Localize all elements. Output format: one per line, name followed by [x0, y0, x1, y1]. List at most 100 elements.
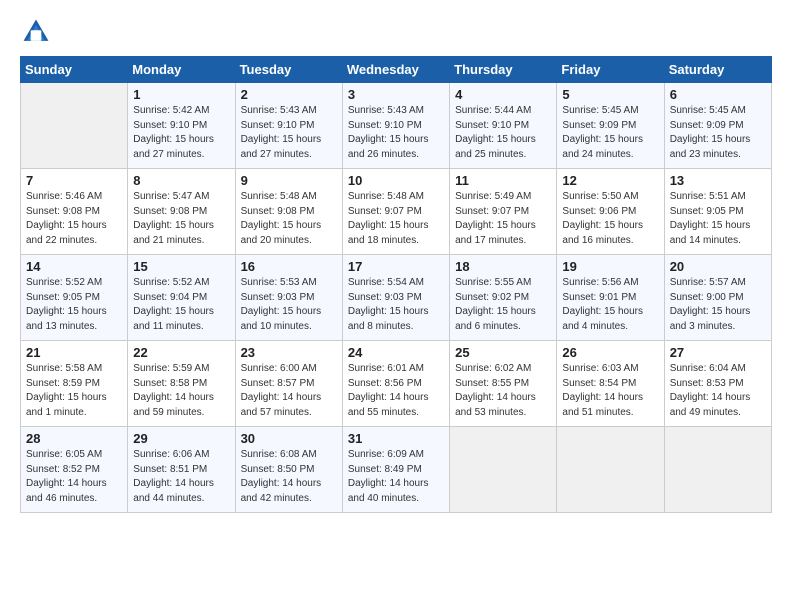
day-number: 7: [26, 173, 122, 188]
day-number: 12: [562, 173, 658, 188]
calendar-cell: 7 Sunrise: 5:46 AMSunset: 9:08 PMDaylight…: [21, 169, 128, 255]
day-number: 24: [348, 345, 444, 360]
day-number: 26: [562, 345, 658, 360]
logo-icon: [20, 16, 52, 48]
day-detail: Sunrise: 5:49 AMSunset: 9:07 PMDaylight:…: [455, 190, 551, 248]
calendar-cell: 22 Sunrise: 5:59 AMSunset: 8:58 PMDayligh…: [128, 341, 235, 427]
day-detail: Sunrise: 5:52 AMSunset: 9:05 PMDaylight:…: [26, 276, 122, 334]
day-detail: Sunrise: 5:59 AMSunset: 8:58 PMDaylight:…: [133, 362, 229, 420]
day-detail: Sunrise: 5:43 AMSunset: 9:10 PMDaylight:…: [241, 104, 337, 162]
calendar-cell: 29 Sunrise: 6:06 AMSunset: 8:51 PMDayligh…: [128, 427, 235, 513]
logo: [20, 16, 56, 48]
calendar-cell: 3 Sunrise: 5:43 AMSunset: 9:10 PMDaylight…: [342, 83, 449, 169]
day-number: 14: [26, 259, 122, 274]
day-number: 8: [133, 173, 229, 188]
day-detail: Sunrise: 6:00 AMSunset: 8:57 PMDaylight:…: [241, 362, 337, 420]
page: SundayMondayTuesdayWednesdayThursdayFrid…: [0, 0, 792, 612]
calendar-body: 1Sunrise: 5:42 AMSunset: 9:10 PMDaylight…: [21, 83, 772, 513]
day-number: 30: [241, 431, 337, 446]
calendar-cell: 19Sunrise: 5:56 AMSunset: 9:01 PMDayligh…: [557, 255, 664, 341]
day-number: 27: [670, 345, 766, 360]
day-detail: Sunrise: 5:44 AMSunset: 9:10 PMDaylight:…: [455, 104, 551, 162]
day-detail: Sunrise: 6:06 AMSunset: 8:51 PMDaylight:…: [133, 448, 229, 506]
calendar-cell: [21, 83, 128, 169]
day-number: 10: [348, 173, 444, 188]
day-detail: Sunrise: 6:08 AMSunset: 8:50 PMDaylight:…: [241, 448, 337, 506]
calendar-cell: [664, 427, 771, 513]
calendar-cell: 16 Sunrise: 5:53 AMSunset: 9:03 PMDayligh…: [235, 255, 342, 341]
day-number: 16: [241, 259, 337, 274]
calendar-cell: [450, 427, 557, 513]
day-number: 3: [348, 87, 444, 102]
calendar-cell: 28 Sunrise: 6:05 AMSunset: 8:52 PMDayligh…: [21, 427, 128, 513]
day-number: 13: [670, 173, 766, 188]
calendar-cell: 14 Sunrise: 5:52 AMSunset: 9:05 PMDayligh…: [21, 255, 128, 341]
weekday-header: Sunday: [21, 57, 128, 83]
weekday-header: Friday: [557, 57, 664, 83]
calendar-cell: 20 Sunrise: 5:57 AMSunset: 9:00 PMDayligh…: [664, 255, 771, 341]
day-detail: Sunrise: 5:43 AMSunset: 9:10 PMDaylight:…: [348, 104, 444, 162]
weekday-header: Thursday: [450, 57, 557, 83]
calendar-header: SundayMondayTuesdayWednesdayThursdayFrid…: [21, 57, 772, 83]
day-detail: Sunrise: 5:48 AMSunset: 9:07 PMDaylight:…: [348, 190, 444, 248]
day-detail: Sunrise: 5:57 AMSunset: 9:00 PMDaylight:…: [670, 276, 766, 334]
calendar-cell: 27 Sunrise: 6:04 AMSunset: 8:53 PMDayligh…: [664, 341, 771, 427]
day-number: 29: [133, 431, 229, 446]
calendar-cell: 4 Sunrise: 5:44 AMSunset: 9:10 PMDaylight…: [450, 83, 557, 169]
day-detail: Sunrise: 5:48 AMSunset: 9:08 PMDaylight:…: [241, 190, 337, 248]
day-number: 4: [455, 87, 551, 102]
day-detail: Sunrise: 6:02 AMSunset: 8:55 PMDaylight:…: [455, 362, 551, 420]
calendar-cell: 2Sunrise: 5:43 AMSunset: 9:10 PMDaylight…: [235, 83, 342, 169]
calendar-cell: 13 Sunrise: 5:51 AMSunset: 9:05 PMDayligh…: [664, 169, 771, 255]
calendar-cell: 23 Sunrise: 6:00 AMSunset: 8:57 PMDayligh…: [235, 341, 342, 427]
day-detail: Sunrise: 6:09 AMSunset: 8:49 PMDaylight:…: [348, 448, 444, 506]
day-detail: Sunrise: 5:54 AMSunset: 9:03 PMDaylight:…: [348, 276, 444, 334]
day-detail: Sunrise: 6:01 AMSunset: 8:56 PMDaylight:…: [348, 362, 444, 420]
calendar-cell: 17 Sunrise: 5:54 AMSunset: 9:03 PMDayligh…: [342, 255, 449, 341]
calendar-cell: 5Sunrise: 5:45 AMSunset: 9:09 PMDaylight…: [557, 83, 664, 169]
day-detail: Sunrise: 5:51 AMSunset: 9:05 PMDaylight:…: [670, 190, 766, 248]
calendar-cell: 10 Sunrise: 5:48 AMSunset: 9:07 PMDayligh…: [342, 169, 449, 255]
day-detail: Sunrise: 5:52 AMSunset: 9:04 PMDaylight:…: [133, 276, 229, 334]
calendar-cell: 18Sunrise: 5:55 AMSunset: 9:02 PMDayligh…: [450, 255, 557, 341]
day-detail: Sunrise: 5:56 AMSunset: 9:01 PMDaylight:…: [562, 276, 658, 334]
calendar-cell: 6 Sunrise: 5:45 AMSunset: 9:09 PMDaylight…: [664, 83, 771, 169]
day-number: 5: [562, 87, 658, 102]
calendar-cell: 26 Sunrise: 6:03 AMSunset: 8:54 PMDayligh…: [557, 341, 664, 427]
day-detail: Sunrise: 5:42 AMSunset: 9:10 PMDaylight:…: [133, 104, 229, 162]
weekday-header: Wednesday: [342, 57, 449, 83]
day-number: 25: [455, 345, 551, 360]
day-detail: Sunrise: 5:53 AMSunset: 9:03 PMDaylight:…: [241, 276, 337, 334]
weekday-header: Monday: [128, 57, 235, 83]
calendar-cell: 24 Sunrise: 6:01 AMSunset: 8:56 PMDayligh…: [342, 341, 449, 427]
day-detail: Sunrise: 6:03 AMSunset: 8:54 PMDaylight:…: [562, 362, 658, 420]
calendar: SundayMondayTuesdayWednesdayThursdayFrid…: [20, 56, 772, 513]
calendar-cell: 15 Sunrise: 5:52 AMSunset: 9:04 PMDayligh…: [128, 255, 235, 341]
calendar-cell: 12 Sunrise: 5:50 AMSunset: 9:06 PMDayligh…: [557, 169, 664, 255]
day-detail: Sunrise: 5:45 AMSunset: 9:09 PMDaylight:…: [670, 104, 766, 162]
day-number: 17: [348, 259, 444, 274]
calendar-cell: 1Sunrise: 5:42 AMSunset: 9:10 PMDaylight…: [128, 83, 235, 169]
day-number: 22: [133, 345, 229, 360]
day-number: 6: [670, 87, 766, 102]
day-detail: Sunrise: 6:05 AMSunset: 8:52 PMDaylight:…: [26, 448, 122, 506]
day-number: 9: [241, 173, 337, 188]
calendar-cell: 21 Sunrise: 5:58 AMSunset: 8:59 PMDayligh…: [21, 341, 128, 427]
day-detail: Sunrise: 6:04 AMSunset: 8:53 PMDaylight:…: [670, 362, 766, 420]
day-number: 23: [241, 345, 337, 360]
calendar-cell: 8 Sunrise: 5:47 AMSunset: 9:08 PMDaylight…: [128, 169, 235, 255]
weekday-header: Tuesday: [235, 57, 342, 83]
day-detail: Sunrise: 5:46 AMSunset: 9:08 PMDaylight:…: [26, 190, 122, 248]
day-number: 31: [348, 431, 444, 446]
day-number: 18: [455, 259, 551, 274]
day-number: 15: [133, 259, 229, 274]
day-number: 11: [455, 173, 551, 188]
day-number: 28: [26, 431, 122, 446]
weekday-header: Saturday: [664, 57, 771, 83]
day-detail: Sunrise: 5:50 AMSunset: 9:06 PMDaylight:…: [562, 190, 658, 248]
day-number: 20: [670, 259, 766, 274]
day-detail: Sunrise: 5:58 AMSunset: 8:59 PMDaylight:…: [26, 362, 122, 420]
calendar-cell: 30 Sunrise: 6:08 AMSunset: 8:50 PMDayligh…: [235, 427, 342, 513]
day-detail: Sunrise: 5:47 AMSunset: 9:08 PMDaylight:…: [133, 190, 229, 248]
day-number: 21: [26, 345, 122, 360]
